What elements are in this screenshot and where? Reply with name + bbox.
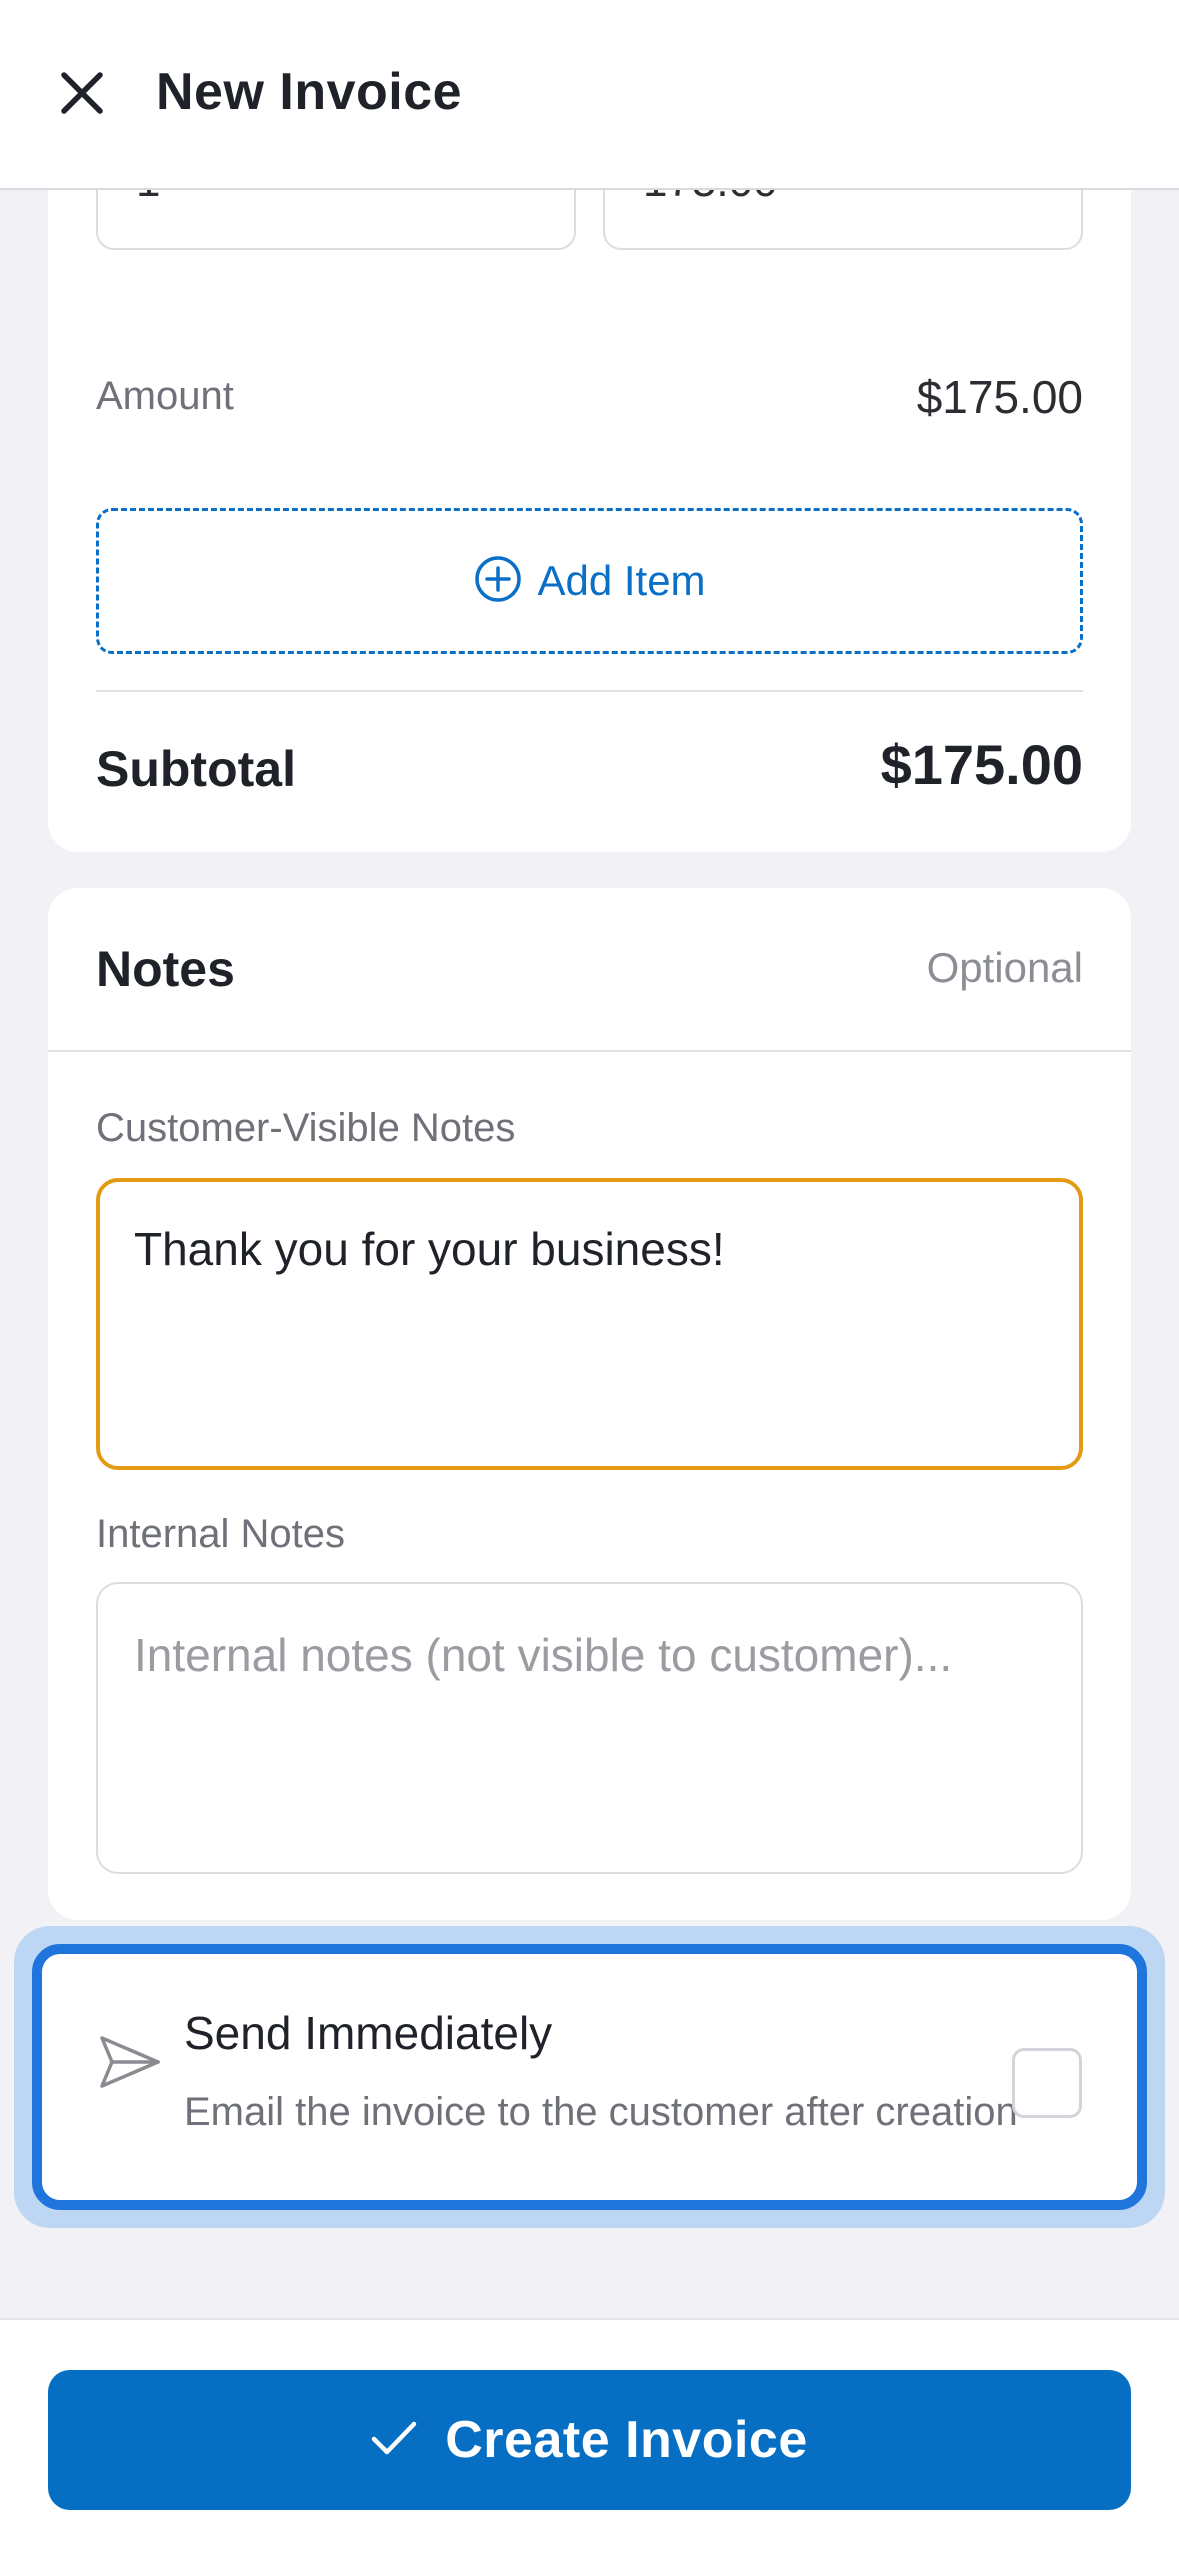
send-icon	[98, 2034, 162, 2095]
send-immediately-title: Send Immediately	[184, 2007, 553, 2059]
customer-notes-textarea[interactable]: Thank you for your business!	[96, 1178, 1083, 1470]
send-immediately-subtitle: Email the invoice to the customer after …	[184, 2090, 1018, 2134]
new-invoice-screen: 1 175.00 Amount $175.00 Add Item Subtota…	[0, 0, 1179, 2556]
internal-notes-placeholder: Internal notes (not visible to customer)…	[134, 1629, 953, 1681]
internal-notes-label: Internal Notes	[96, 1512, 346, 1556]
create-invoice-button[interactable]: Create Invoice	[48, 2370, 1131, 2510]
divider	[96, 690, 1083, 692]
notes-title: Notes	[96, 941, 235, 997]
close-button[interactable]	[50, 63, 114, 127]
customer-notes-label: Customer-Visible Notes	[96, 1106, 516, 1150]
optional-label: Optional	[926, 944, 1083, 991]
subtotal-value: $175.00	[880, 733, 1083, 796]
divider	[48, 1050, 1131, 1052]
create-invoice-label: Create Invoice	[445, 2411, 808, 2469]
close-icon	[58, 69, 106, 122]
add-item-label: Add Item	[537, 557, 706, 604]
amount-value: $175.00	[916, 371, 1083, 423]
customer-notes-value: Thank you for your business!	[134, 1223, 725, 1275]
notes-card: Notes Optional Customer-Visible Notes Th…	[48, 888, 1131, 1920]
add-item-button[interactable]: Add Item	[96, 508, 1083, 654]
checkmark-icon	[371, 2420, 417, 2461]
internal-notes-textarea[interactable]: Internal notes (not visible to customer)…	[96, 1582, 1083, 1874]
line-items-card: 1 175.00 Amount $175.00 Add Item Subtota…	[48, 114, 1131, 852]
app-header: New Invoice	[0, 0, 1179, 190]
send-immediately-checkbox[interactable]	[1012, 2048, 1082, 2118]
page-title: New Invoice	[156, 63, 463, 121]
plus-circle-icon	[473, 554, 523, 609]
subtotal-label: Subtotal	[96, 741, 296, 797]
amount-label: Amount	[96, 374, 234, 418]
footer-bar: Create Invoice	[0, 2318, 1179, 2556]
send-immediately-toggle[interactable]: Send Immediately Email the invoice to th…	[32, 1944, 1147, 2210]
